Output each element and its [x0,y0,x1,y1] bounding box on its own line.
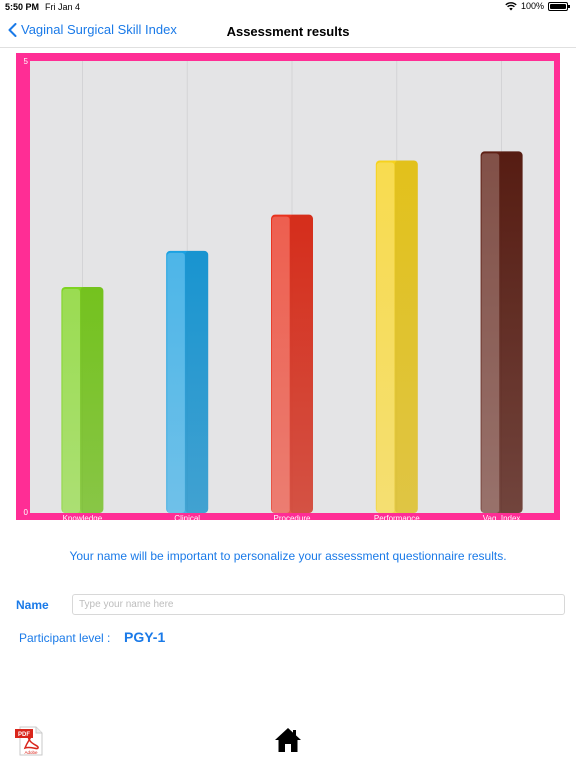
name-input[interactable] [72,594,565,615]
x-tick-label: Vag. Index [483,514,521,520]
bar-shade [394,160,418,513]
x-tick-label: Performance [374,514,420,520]
status-time: 5:50 PM [5,2,40,12]
bar-shade [289,214,313,513]
y-tick-label: 0 [24,508,29,517]
bar-chart: 5 0 Knowledge Clinical Procedure Performance V… [24,57,523,520]
bar-highlight [62,289,81,513]
wifi-icon [505,1,517,10]
name-label: Name [16,598,49,612]
bar-highlight [167,252,185,513]
bar-highlight [272,216,290,513]
info-text: Your name will be important to personali… [69,549,507,563]
page-title: Assessment results [226,24,350,39]
pdf-brand-text: Adobe [24,750,38,755]
bar-shade [499,151,523,513]
x-tick-label: Clinical [174,514,200,520]
bar-highlight [376,162,395,513]
x-tick-label: Procedure [274,514,311,520]
home-icon[interactable] [274,727,302,753]
battery-percent: 100% [520,1,544,11]
status-date: Fri Jan 4 [45,2,81,12]
status-bar: 5:50 PM Fri Jan 4 100% [0,0,576,14]
battery-icon [548,1,570,11]
bar-highlight [481,153,500,513]
participant-level-value[interactable]: PGY-1 [124,629,165,645]
pdf-icon[interactable]: PDF Adobe [14,726,46,756]
y-tick-label: 5 [24,57,29,66]
status-right: 100% [505,1,570,11]
participant-level-label: Participant level : [19,631,111,645]
x-tick-label: Knowledge [63,514,103,520]
chart-frame: 5 0 Knowledge Clinical Procedure Performance V… [16,53,560,520]
bar-shade [185,250,209,513]
navigation-bar: Vaginal Surgical Skill Index Assessment … [0,14,576,48]
bar-shade [80,287,104,513]
